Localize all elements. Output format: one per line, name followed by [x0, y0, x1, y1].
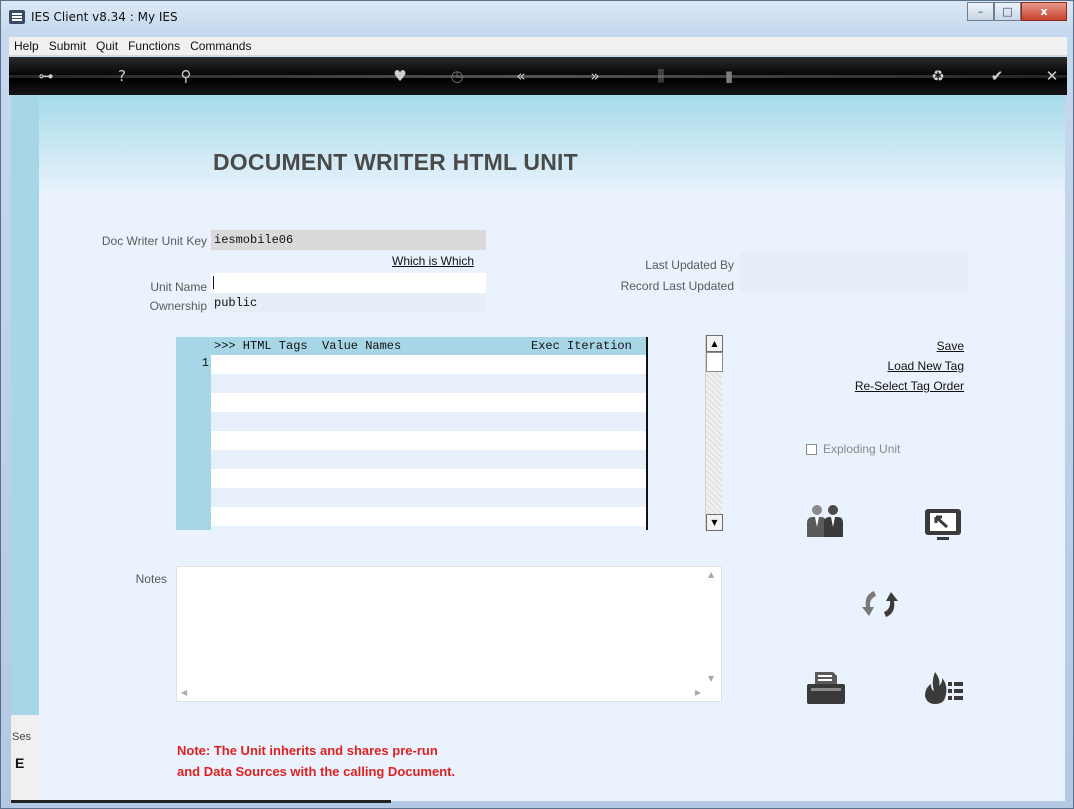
grid-header: >>> HTML Tags Value Names Exec Iteration: [211, 337, 647, 355]
table-row[interactable]: [211, 393, 647, 412]
header-html-tags[interactable]: >>> HTML Tags: [214, 339, 308, 353]
which-is-which-link[interactable]: Which is Which: [392, 254, 474, 268]
ownership-field[interactable]: public: [211, 293, 486, 313]
last-updated-by-label: Last Updated By: [645, 258, 734, 272]
scroll-down-button[interactable]: ▼: [706, 514, 723, 531]
close-icon[interactable]: ✕: [1041, 66, 1063, 86]
grid-scrollbar[interactable]: ▲ ▼: [705, 335, 723, 531]
printer-icon[interactable]: [805, 670, 847, 708]
notes-scroll-right-arrow[interactable]: ▶: [695, 688, 701, 697]
ownership-label: Ownership: [149, 299, 207, 313]
grid-border: [646, 337, 648, 530]
menu-bar: Help Submit Quit Functions Commands: [9, 37, 1067, 56]
users-icon[interactable]: [805, 503, 847, 541]
title-bar[interactable]: IES Client v8.34 : My IES – □ x: [1, 1, 1073, 37]
menu-submit[interactable]: Submit: [44, 39, 91, 53]
html-tags-grid: 1 >>> HTML Tags Value Names Exec Iterati…: [176, 337, 647, 530]
app-window: IES Client v8.34 : My IES – □ x Help Sub…: [0, 0, 1074, 809]
notes-horizontal-scrollbar[interactable]: ◀ ▶: [177, 684, 721, 701]
notes-textarea[interactable]: ▲ ▼ ◀ ▶: [176, 566, 722, 702]
notes-scroll-down-arrow[interactable]: ▼: [708, 674, 714, 683]
unit-name-field[interactable]: [211, 273, 486, 293]
table-row[interactable]: [211, 355, 647, 374]
header-value-names[interactable]: Value Names: [322, 339, 401, 353]
close-window-button[interactable]: x: [1021, 2, 1067, 21]
notes-label: Notes: [135, 572, 167, 586]
table-row[interactable]: [211, 412, 647, 431]
load-new-tag-link[interactable]: Load New Tag: [888, 359, 965, 373]
window-controls: – □ x: [967, 2, 1067, 21]
recycle-icon[interactable]: ♻: [927, 66, 949, 86]
note-line-2: and Data Sources with the calling Docume…: [177, 764, 456, 779]
table-row[interactable]: [211, 431, 647, 450]
exploding-unit-checkbox[interactable]: [806, 443, 817, 455]
monitor-icon[interactable]: [923, 507, 965, 545]
minimize-button[interactable]: –: [967, 2, 994, 21]
notes-vertical-scrollbar[interactable]: ▲ ▼: [704, 567, 721, 686]
search-icon[interactable]: ⚲: [175, 66, 197, 86]
session-label: Ses: [12, 731, 31, 743]
menu-commands[interactable]: Commands: [185, 39, 256, 53]
unit-key-label: Doc Writer Unit Key: [101, 234, 207, 248]
last-updated-by-field: [740, 252, 969, 272]
session-icon[interactable]: E: [15, 755, 24, 771]
scroll-up-button[interactable]: ▲: [706, 335, 723, 352]
reselect-tag-order-link[interactable]: Re-Select Tag Order: [855, 379, 964, 393]
table-row[interactable]: [211, 469, 647, 488]
unit-key-field[interactable]: iesmobile06: [211, 230, 486, 250]
record-last-updated-label: Record Last Updated: [620, 279, 734, 293]
save-link[interactable]: Save: [937, 339, 964, 353]
bottom-divider: [11, 800, 391, 803]
toolbar: ⊶ ? ⚲ ♥ ◷ « » ⫼ ▮ ♻ ✔ ✕: [9, 57, 1067, 95]
menu-quit[interactable]: Quit: [91, 39, 123, 53]
text-cursor: [213, 276, 214, 289]
session-panel: Ses E: [11, 715, 39, 801]
inheritance-note: Note: The Unit inherits and shares pre-r…: [177, 740, 455, 782]
header-band: [39, 95, 1065, 195]
left-accent-strip: [11, 95, 39, 715]
clock-icon[interactable]: ◷: [446, 66, 468, 86]
key-icon[interactable]: ⊶: [35, 66, 57, 86]
refresh-icon[interactable]: [860, 585, 902, 623]
table-row[interactable]: [211, 488, 647, 507]
exploding-unit-label: Exploding Unit: [823, 442, 901, 456]
help-icon[interactable]: ?: [111, 66, 133, 86]
forward-icon[interactable]: »: [584, 66, 606, 86]
tools-icon[interactable]: ⫼: [650, 66, 672, 86]
table-row[interactable]: [211, 507, 647, 526]
exploding-unit-option[interactable]: Exploding Unit: [806, 442, 900, 456]
page-title: DOCUMENT WRITER HTML UNIT: [213, 149, 578, 175]
back-icon[interactable]: «: [510, 66, 532, 86]
scroll-thumb[interactable]: [706, 352, 723, 372]
heart-icon[interactable]: ♥: [389, 66, 411, 86]
note-line-1: Note: The Unit inherits and shares pre-r…: [177, 743, 438, 758]
page-icon[interactable]: ▮: [718, 66, 740, 86]
table-row[interactable]: [211, 450, 647, 469]
fire-list-icon[interactable]: [923, 670, 965, 708]
window-title: IES Client v8.34 : My IES: [31, 10, 178, 24]
maximize-button[interactable]: □: [994, 2, 1021, 21]
check-icon[interactable]: ✔: [986, 66, 1008, 86]
record-last-updated-field: [740, 272, 969, 292]
grid-body: [211, 355, 647, 526]
menu-functions[interactable]: Functions: [123, 39, 185, 53]
header-exec-iteration[interactable]: Exec Iteration: [531, 339, 632, 353]
menu-help[interactable]: Help: [9, 39, 44, 53]
app-icon: [9, 10, 25, 24]
row-number: 1: [201, 356, 209, 370]
unit-name-label: Unit Name: [150, 280, 207, 294]
notes-scroll-up-arrow[interactable]: ▲: [708, 570, 714, 579]
table-row[interactable]: [211, 374, 647, 393]
notes-scroll-left-arrow[interactable]: ◀: [181, 688, 187, 697]
